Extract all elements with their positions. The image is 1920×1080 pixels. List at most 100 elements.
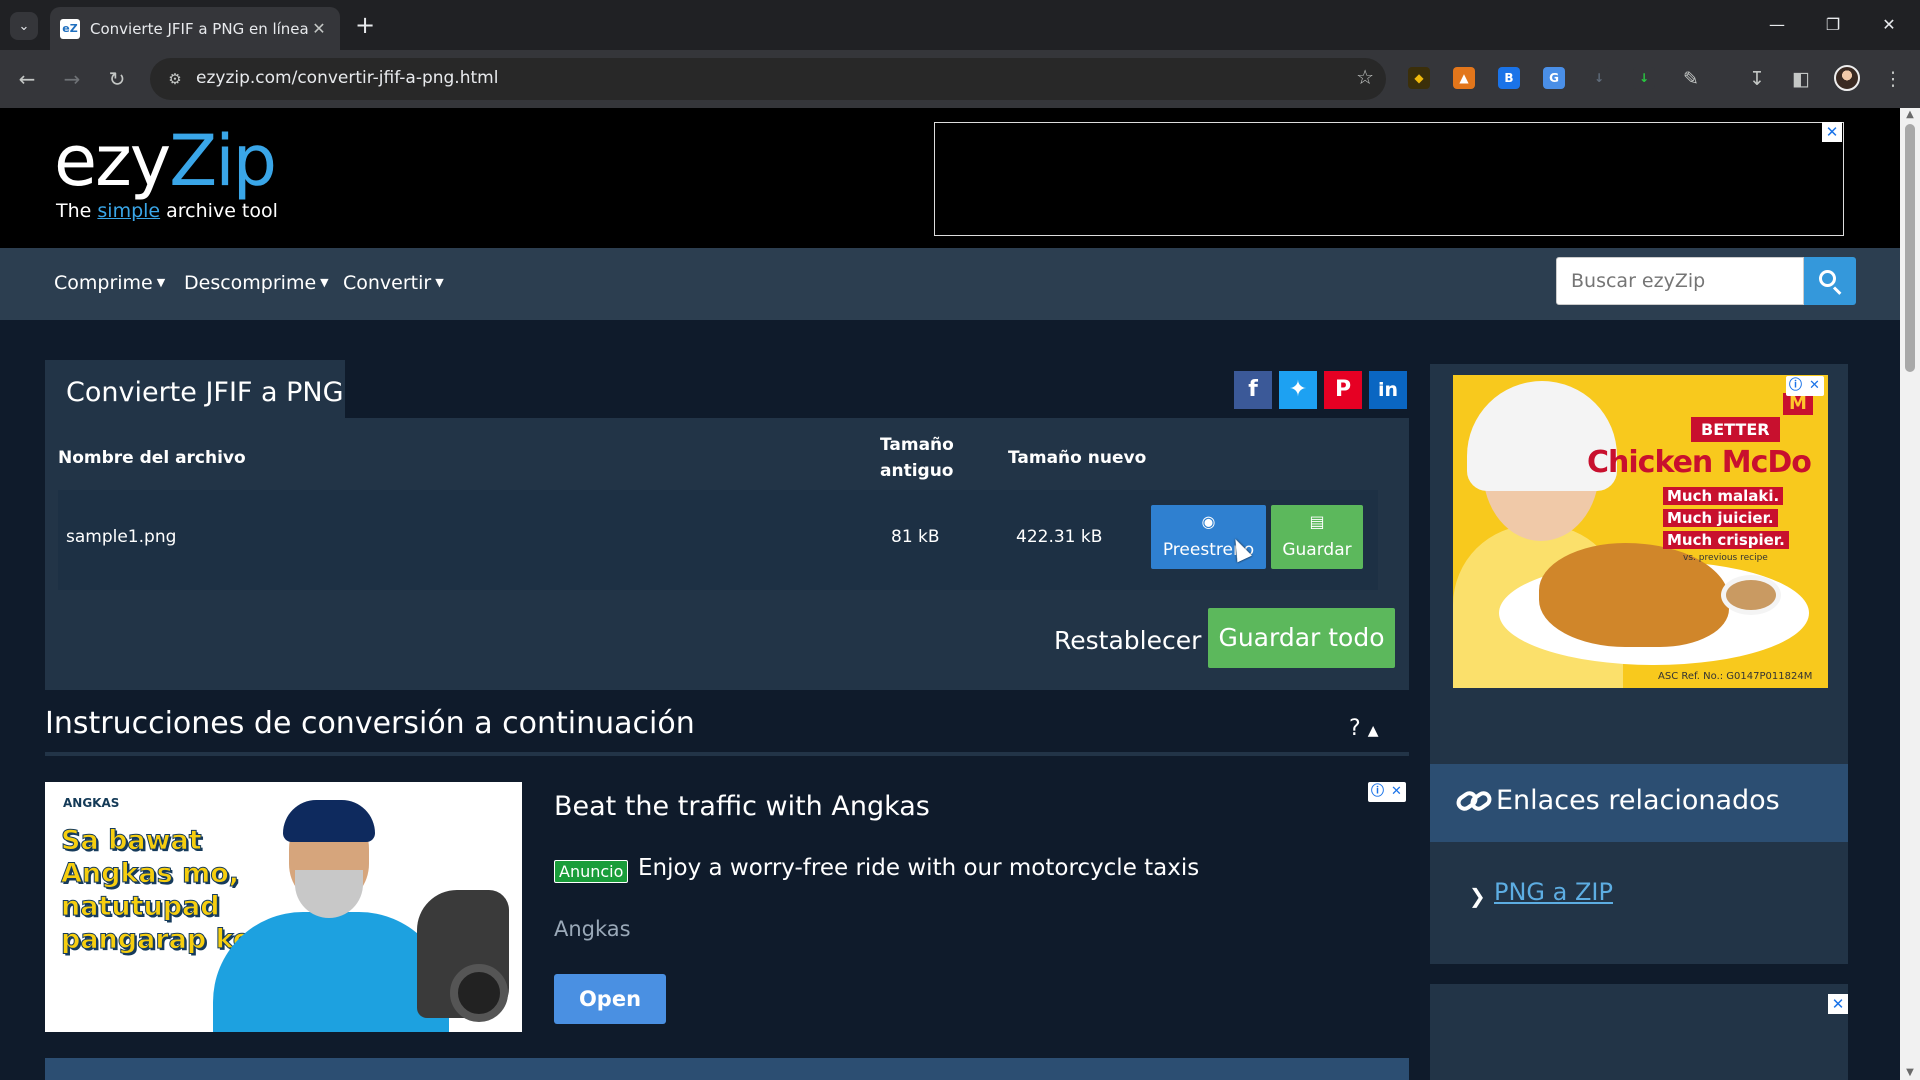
facebook-share-icon[interactable]: f [1234, 371, 1272, 409]
tab-title: Convierte JFIF a PNG en línea (g [90, 19, 308, 38]
tagline-pre: The [56, 200, 98, 222]
site-favicon-icon: eZ [60, 18, 80, 39]
linkedin-share-icon[interactable]: in [1369, 371, 1407, 409]
pinterest-share-icon[interactable]: P [1324, 371, 1362, 409]
search-button[interactable] [1804, 257, 1856, 305]
caret-down-icon: ▼ [320, 276, 329, 289]
preview-button[interactable]: ◉ Preestreno [1151, 505, 1266, 569]
ad-advertiser: Angkas [554, 917, 631, 941]
angkas-ad-image[interactable]: ANGKAS Sa bawat Angkas mo, natutupad pan… [45, 782, 522, 1032]
scroll-down-icon[interactable]: ▼ [1900, 1066, 1920, 1080]
extension-shield-icon[interactable]: B [1498, 67, 1520, 89]
mcdo-note: vs. previous recipe [1683, 553, 1768, 563]
mcdo-title: Chicken McDo [1587, 445, 1812, 480]
column-header-filename: Nombre del archivo [58, 448, 246, 468]
search-icon [1819, 270, 1836, 287]
ad-description: Enjoy a worry-free ride with our motorcy… [638, 855, 1200, 881]
nav-comprime-label: Comprime [54, 272, 153, 294]
address-url[interactable]: ezyzip.com/convertir-jfif-a-png.html [196, 68, 498, 88]
address-bar[interactable]: ⚙ ezyzip.com/convertir-jfif-a-png.html ☆ [150, 58, 1386, 100]
related-links-title: Enlaces relacionados [1496, 785, 1780, 816]
chevron-right-icon: ❯ [1469, 884, 1486, 908]
window-close-icon[interactable]: ✕ [1866, 10, 1912, 40]
angkas-brand-logo: ANGKAS [63, 796, 120, 810]
file-name: sample1.png [66, 527, 177, 547]
save-button[interactable]: ▤ Guardar [1271, 505, 1363, 569]
window-minimize-icon[interactable]: — [1754, 10, 1800, 40]
extension-translate-icon[interactable]: G [1543, 67, 1565, 89]
reset-link[interactable]: Restablecer [1054, 626, 1201, 655]
next-section-bar [45, 1058, 1409, 1080]
page-scrollbar[interactable]: ▲ ▼ [1900, 108, 1920, 1080]
forward-arrow-icon[interactable]: → [57, 64, 87, 94]
mcdo-better-badge: BETTER [1691, 417, 1780, 442]
browser-tab-strip: ⌄ eZ Convierte JFIF a PNG en línea (g ✕ … [0, 0, 1920, 50]
ad-choices-icon[interactable]: ⓘ ✕ [1368, 782, 1406, 802]
tab-search-chevron-icon[interactable]: ⌄ [10, 12, 38, 40]
extension-green-arrow-icon[interactable]: ↓ [1633, 67, 1655, 89]
rider-illustration [213, 912, 449, 1032]
bookmark-star-icon[interactable]: ☆ [1356, 65, 1374, 89]
sidebar-ad-close-icon[interactable]: ✕ [1828, 994, 1848, 1014]
sidebar-ad-2[interactable] [1430, 984, 1848, 1080]
slogan-line: Sa bawat [61, 825, 203, 857]
mcdo-line: Much juicier. [1663, 509, 1778, 527]
ezyzip-logo[interactable]: ezyZip The simple archive tool [54, 126, 278, 222]
nav-convertir-label: Convertir [343, 272, 432, 294]
logo-zip: Zip [169, 120, 277, 202]
column-header-old-size: Tamaño antiguo [880, 435, 954, 481]
web-page: ezyZip The simple archive tool ✕ Comprim… [0, 108, 1900, 1080]
search-input[interactable] [1556, 257, 1804, 305]
ad-open-button[interactable]: Open [554, 974, 666, 1024]
caret-down-icon: ▼ [435, 276, 444, 289]
twitter-share-icon[interactable]: ✦ [1279, 371, 1317, 409]
extension-binance-icon[interactable]: ◆ [1408, 67, 1430, 89]
profile-avatar[interactable] [1834, 65, 1860, 91]
save-button-label: Guardar [1282, 540, 1352, 560]
tab-close-icon[interactable]: ✕ [308, 19, 330, 38]
mcdo-line: Much crispier. [1663, 531, 1789, 549]
browser-tab-active[interactable]: eZ Convierte JFIF a PNG en línea (g ✕ [50, 7, 340, 50]
ad-headline[interactable]: Beat the traffic with Angkas [554, 791, 930, 822]
top-banner-ad[interactable] [934, 122, 1844, 236]
link-chain-icon [1456, 791, 1492, 811]
tagline-simple: simple [97, 200, 161, 222]
extensions-puzzle-icon[interactable]: ✎ [1676, 64, 1706, 94]
window-restore-icon[interactable]: ❐ [1810, 10, 1856, 40]
section-divider [45, 752, 1409, 756]
angkas-slogan: Sa bawat Angkas mo, natutupad pangarap k… [61, 824, 263, 956]
mcdo-ad-image[interactable]: M BETTER Chicken McDo Much malaki. Much … [1453, 375, 1828, 688]
nav-convertir[interactable]: Convertir ▼ [343, 272, 444, 294]
save-all-button[interactable]: Guardar todo [1208, 608, 1395, 668]
site-settings-icon[interactable]: ⚙ [162, 66, 188, 92]
eye-icon: ◉ [1201, 512, 1216, 531]
reload-icon[interactable]: ↻ [102, 64, 132, 94]
extension-download-arrow-icon[interactable]: ↓ [1588, 67, 1610, 89]
top-ad-close-icon[interactable]: ✕ [1822, 122, 1842, 142]
tagline-post: archive tool [160, 200, 278, 222]
caret-up-icon: ▲ [1367, 723, 1379, 739]
file-new-size: 422.31 kB [1016, 527, 1103, 547]
scrollbar-thumb[interactable] [1905, 124, 1915, 372]
instructions-toggle[interactable]: ? ▲ [1349, 716, 1378, 741]
file-old-size: 81 kB [891, 527, 940, 547]
ad-choices-icon[interactable]: ⓘ ✕ [1786, 376, 1824, 396]
logo-tagline: The simple archive tool [56, 200, 278, 222]
side-panel-icon[interactable]: ◧ [1786, 64, 1816, 94]
related-link-png-zip[interactable]: PNG a ZIP [1494, 878, 1613, 906]
browser-menu-kebab-icon[interactable]: ⋮ [1878, 64, 1908, 94]
slogan-line: natutupad [61, 891, 221, 923]
logo-ezy: ezy [54, 120, 171, 202]
nav-descomprime[interactable]: Descomprime ▼ [184, 272, 329, 294]
file-download-icon: ▤ [1309, 512, 1325, 531]
downloads-icon[interactable]: ↧ [1742, 64, 1772, 94]
browser-toolbar: ← → ↻ ⚙ ezyzip.com/convertir-jfif-a-png.… [0, 50, 1920, 108]
slogan-line: Angkas mo, [61, 858, 240, 890]
nav-comprime[interactable]: Comprime ▼ [54, 272, 165, 294]
extension-metamask-icon[interactable]: ▲ [1453, 67, 1475, 89]
scroll-up-icon[interactable]: ▲ [1900, 108, 1920, 122]
back-arrow-icon[interactable]: ← [12, 64, 42, 94]
new-tab-plus-icon[interactable]: + [352, 10, 378, 40]
caret-down-icon: ▼ [156, 276, 166, 289]
instructions-heading: Instrucciones de conversión a continuaci… [45, 706, 695, 741]
